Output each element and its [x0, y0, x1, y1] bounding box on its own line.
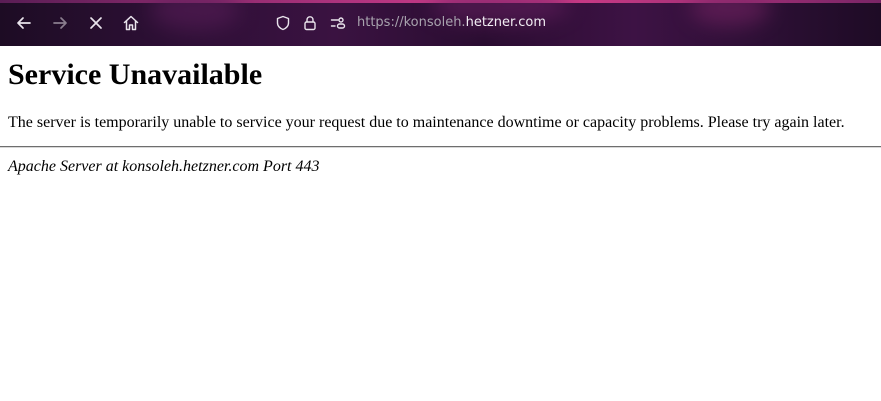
lock-icon — [304, 16, 316, 31]
toolbar-decoration — [150, 0, 240, 30]
address-bar[interactable]: https://konsoleh.hetzner.com — [265, 9, 685, 37]
tracking-protection-button[interactable] — [274, 14, 292, 32]
page-content: Service Unavailable The server is tempor… — [0, 58, 881, 177]
close-icon — [90, 17, 102, 29]
divider — [0, 146, 881, 148]
url-scheme: https://konsoleh. — [357, 15, 466, 30]
server-signature: Apache Server at konsoleh.hetzner.com Po… — [8, 158, 320, 175]
page-title: Service Unavailable — [8, 58, 263, 91]
browser-toolbar: https://konsoleh.hetzner.com — [0, 0, 881, 46]
arrow-left-icon — [17, 17, 31, 29]
stop-button[interactable] — [85, 12, 107, 34]
url-text[interactable]: https://konsoleh.hetzner.com — [357, 15, 546, 31]
forward-button[interactable] — [49, 12, 71, 34]
shield-icon — [276, 15, 290, 31]
permissions-button[interactable] — [329, 14, 347, 32]
home-icon — [123, 15, 139, 31]
permissions-icon — [330, 17, 346, 29]
home-button[interactable] — [120, 12, 142, 34]
site-security-button[interactable] — [301, 14, 319, 32]
back-button[interactable] — [13, 12, 35, 34]
arrow-right-icon — [53, 17, 67, 29]
error-message: The server is temporarily unable to serv… — [8, 114, 845, 131]
toolbar-decoration — [690, 0, 770, 26]
url-domain: hetzner.com — [465, 15, 547, 30]
